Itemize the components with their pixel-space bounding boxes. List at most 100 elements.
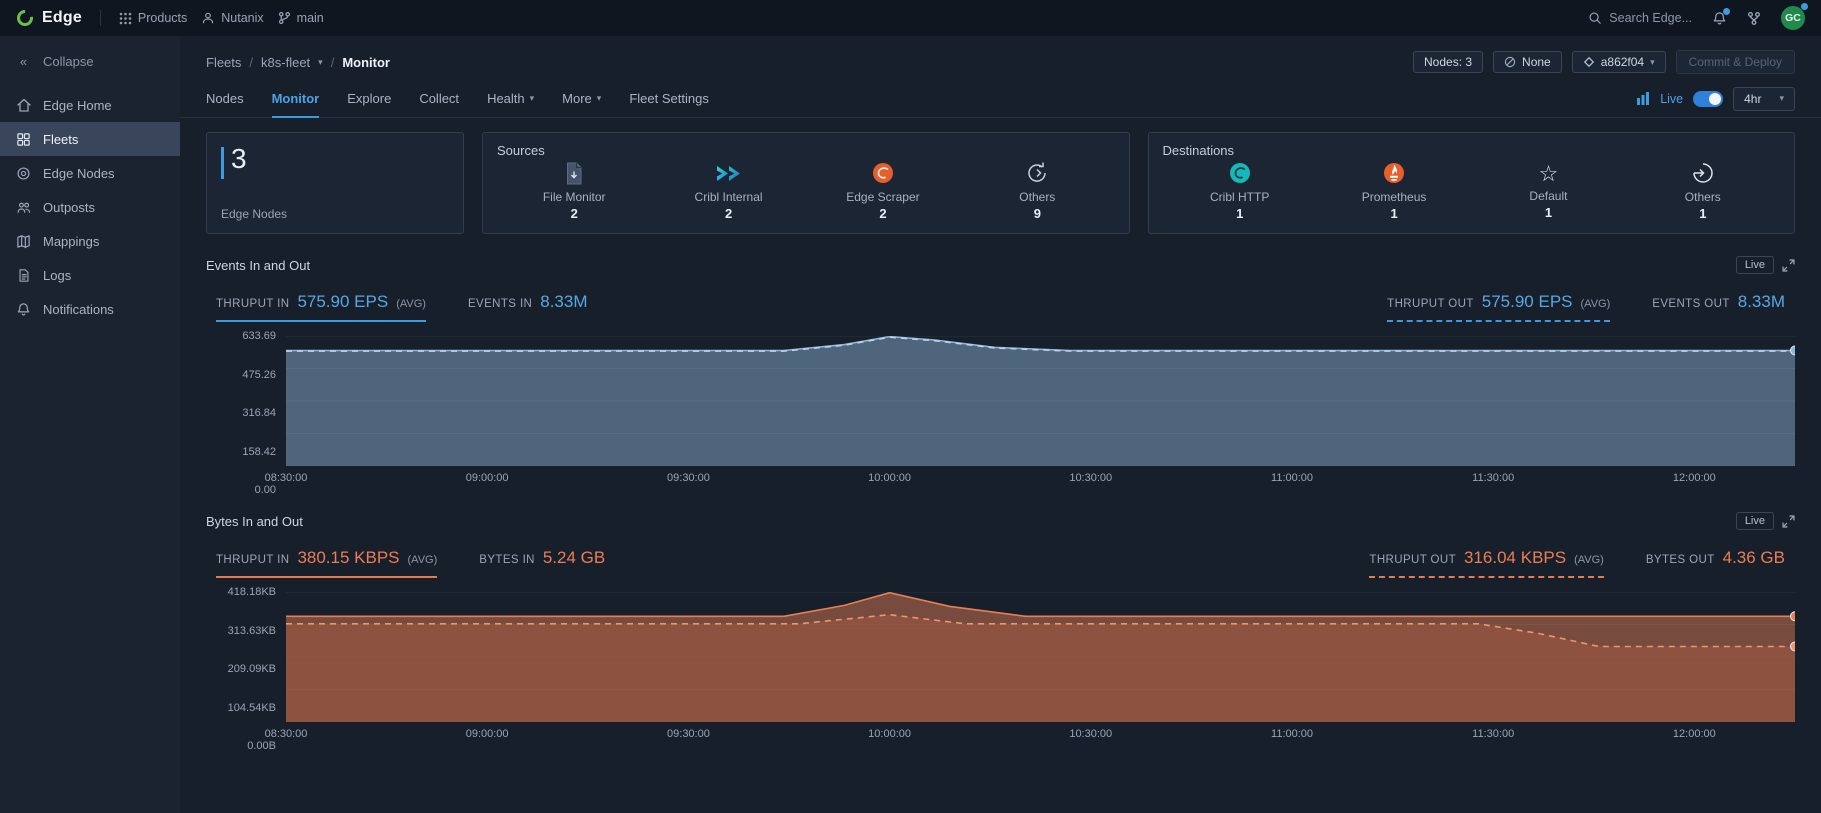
events-live-chip[interactable]: Live <box>1735 256 1774 274</box>
stat-label: BYTES OUT <box>1645 554 1715 566</box>
destination-label: Prometheus <box>1361 190 1427 204</box>
thruput-in-stat[interactable]: THRUPUT IN 380.15 KBPS (AVG) <box>216 548 438 578</box>
tab-monitor[interactable]: Monitor <box>271 81 320 118</box>
breadcrumb-separator: / <box>330 54 335 70</box>
source-label: Others <box>1019 190 1056 204</box>
collapse-label: Collapse <box>43 53 94 69</box>
count-accent-bar <box>221 147 224 179</box>
chevron-down-icon: ▾ <box>1650 56 1655 67</box>
tab-label: Monitor <box>271 90 320 106</box>
sources-panel: Sources File Monitor 2 Cribl Internal 2 … <box>482 132 1130 234</box>
divider <box>99 10 101 26</box>
sidebar-item-fleets[interactable]: Fleets <box>0 122 180 156</box>
thruput-out-stat[interactable]: THRUPUT OUT 575.90 EPS (AVG) <box>1387 292 1611 322</box>
destination-count: 1 <box>1699 206 1707 221</box>
stat-label: THRUPUT IN <box>216 554 290 566</box>
source-label: Cribl Internal <box>694 189 763 204</box>
stat-value: 380.15 KBPS <box>297 548 400 567</box>
source-others[interactable]: Others 9 <box>992 160 1082 221</box>
tab-collect[interactable]: Collect <box>419 81 459 118</box>
breadcrumb-fleet-name[interactable]: k8s-fleet <box>261 55 310 70</box>
source-file-monitor[interactable]: File Monitor 2 <box>529 160 619 221</box>
source-count: 2 <box>879 206 887 221</box>
version-control-button[interactable] <box>1747 11 1761 26</box>
stat-avg: (AVG) <box>1580 298 1611 310</box>
tab-more[interactable]: More ▾ <box>562 81 601 118</box>
chevron-down-icon: ▾ <box>596 92 602 103</box>
destination-count: 1 <box>1236 206 1244 221</box>
time-range-value: 4hr <box>1744 91 1762 106</box>
expand-icon[interactable] <box>1782 258 1795 272</box>
destination-count: 1 <box>1390 206 1398 221</box>
stat-avg: (AVG) <box>407 554 438 566</box>
breadcrumb-fleets[interactable]: Fleets <box>206 55 241 70</box>
others-sources-icon <box>1025 160 1049 186</box>
source-cribl-internal[interactable]: Cribl Internal 2 <box>684 160 774 221</box>
nodes-count-badge[interactable]: Nodes: 3 <box>1413 51 1484 73</box>
tenant-label: Nutanix <box>221 11 264 25</box>
tenant-menu[interactable]: Nutanix <box>201 11 264 25</box>
products-menu[interactable]: Products <box>119 11 187 25</box>
destination-others[interactable]: Others 1 <box>1658 160 1748 221</box>
bytes-chart[interactable]: 0.00B 104.54KB 209.09KB 313.63KB 418.18KB 08… <box>206 586 1795 752</box>
tab-health[interactable]: Health ▾ <box>487 81 534 118</box>
commit-icon <box>1583 56 1594 68</box>
topbar-right: Search Edge... GC <box>1588 3 1808 30</box>
destination-prometheus[interactable]: Prometheus 1 <box>1349 160 1439 221</box>
commit-badge[interactable]: a862f04 ▾ <box>1571 51 1666 73</box>
source-edge-scraper[interactable]: Edge Scraper 2 <box>838 160 928 221</box>
commit-hash: a862f04 <box>1600 55 1645 69</box>
destination-cribl-http[interactable]: Cribl HTTP 1 <box>1195 160 1285 221</box>
collapse-icon: « <box>19 53 28 69</box>
sidebar: « Collapse Edge Home Fleets Edge Nodes O… <box>0 36 180 813</box>
edge-nodes-count: 3 <box>231 143 247 174</box>
tab-explore[interactable]: Explore <box>347 81 391 118</box>
edge-nodes-panel[interactable]: 3 Edge Nodes <box>206 132 464 234</box>
chevron-down-icon: ▾ <box>1779 93 1784 103</box>
breadcrumb-separator: / <box>249 54 254 70</box>
chevron-down-icon[interactable]: ▾ <box>318 57 323 68</box>
brand[interactable]: Edge <box>16 9 82 27</box>
destination-default[interactable]: ☆ Default 1 <box>1503 161 1593 221</box>
global-search[interactable]: Search Edge... <box>1588 11 1692 25</box>
source-label: File Monitor <box>542 189 606 204</box>
tab-label: Fleet Settings <box>629 90 709 106</box>
notifications-button[interactable] <box>1712 7 1730 26</box>
config-state-badge[interactable]: None <box>1493 51 1562 73</box>
tab-fleet-settings[interactable]: Fleet Settings <box>629 81 709 118</box>
events-chart[interactable]: 0.00 158.42 316.84 475.26 633.69 08:30:00 09:… <box>206 330 1795 496</box>
branch-menu[interactable]: main <box>278 11 324 25</box>
bytes-section-title: Bytes In and Out <box>206 513 303 529</box>
expand-icon[interactable] <box>1782 514 1795 528</box>
live-toggle[interactable] <box>1693 90 1724 107</box>
thruput-in-stat[interactable]: THRUPUT IN 575.90 EPS (AVG) <box>216 292 426 322</box>
bytes-chart-plot <box>286 592 1795 722</box>
logs-icon <box>15 268 32 283</box>
sidebar-item-logs[interactable]: Logs <box>0 258 180 292</box>
sidebar-item-edge-nodes[interactable]: Edge Nodes <box>0 156 180 190</box>
sidebar-item-label: Mappings <box>43 233 100 249</box>
bytes-stats-row: THRUPUT IN 380.15 KBPS (AVG) BYTES IN 5.… <box>206 548 1795 578</box>
others-destinations-icon <box>1691 160 1715 186</box>
tab-nodes[interactable]: Nodes <box>206 81 244 118</box>
tab-label: Health <box>487 90 525 106</box>
commit-deploy-button[interactable]: Commit & Deploy <box>1675 50 1795 74</box>
events-chart-x-axis: 08:30:00 09:00:00 09:30:00 10:00:00 10:30:00… <box>264 472 1716 484</box>
summary-row: 3 Edge Nodes Sources File Monitor 2 Crib… <box>206 132 1795 234</box>
sidebar-item-label: Edge Home <box>43 97 112 113</box>
bytes-live-chip[interactable]: Live <box>1735 512 1774 530</box>
toggle-knob <box>1709 92 1722 105</box>
stat-value: 8.33M <box>540 292 588 311</box>
sidebar-item-edge-home[interactable]: Edge Home <box>0 88 180 122</box>
thruput-out-stat[interactable]: THRUPUT OUT 316.04 KBPS (AVG) <box>1369 548 1604 578</box>
sidebar-item-outposts[interactable]: Outposts <box>0 190 180 224</box>
sidebar-item-notifications[interactable]: Notifications <box>0 292 180 326</box>
stat-label: BYTES IN <box>479 554 535 566</box>
time-range-select[interactable]: 4hr ▾ <box>1733 86 1795 111</box>
bytes-in-stat: BYTES IN 5.24 GB <box>479 548 605 578</box>
sidebar-item-mappings[interactable]: Mappings <box>0 224 180 258</box>
bytes-chart-x-axis: 08:30:00 09:00:00 09:30:00 10:00:00 10:30:00… <box>264 728 1716 740</box>
sidebar-collapse[interactable]: « Collapse <box>0 44 180 78</box>
products-label: Products <box>137 11 188 25</box>
user-avatar[interactable]: GC <box>1781 3 1808 30</box>
